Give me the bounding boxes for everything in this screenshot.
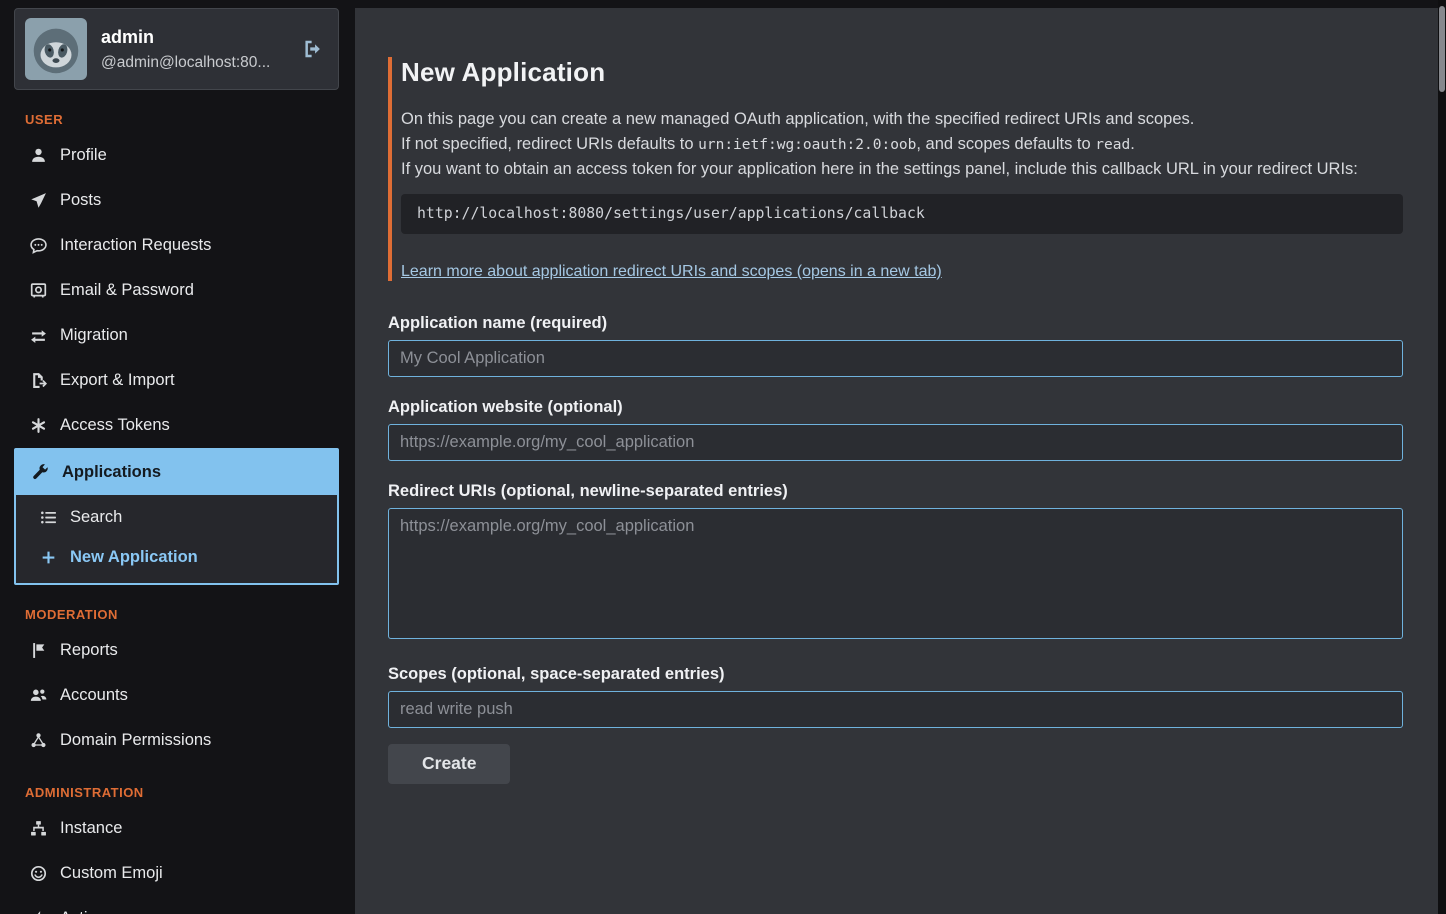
intro-line-2-prefix: If not specified, redirect URIs defaults… — [401, 135, 698, 153]
exchange-arrows-icon — [30, 327, 47, 344]
sloth-avatar-image — [25, 18, 87, 80]
sidebar-item-domain-permissions[interactable]: Domain Permissions — [14, 718, 339, 763]
nav-label: Actions — [60, 909, 114, 914]
section-header-administration: ADMINISTRATION — [25, 785, 339, 800]
applications-group: Applications Search New Application — [14, 448, 339, 585]
sidebar-item-applications-search[interactable]: Search — [16, 497, 337, 537]
nav-label: Domain Permissions — [60, 731, 211, 750]
nav-label: Search — [70, 508, 122, 527]
sidebar-item-export-import[interactable]: Export & Import — [14, 358, 339, 403]
nav-label: Reports — [60, 641, 118, 660]
sidebar-item-profile[interactable]: Profile — [14, 133, 339, 178]
user-meta: admin @admin@localhost:80... — [101, 27, 270, 72]
sidebar: admin @admin@localhost:80... USER Profil… — [0, 0, 355, 914]
scrollbar-thumb[interactable] — [1439, 6, 1445, 92]
application-name-field: Application name (required) — [388, 314, 1403, 377]
nav-label: Migration — [60, 326, 128, 345]
nav-label: Accounts — [60, 686, 128, 705]
intro-line-1: On this page you can create a new manage… — [401, 107, 1403, 132]
nav-label: Applications — [62, 463, 161, 482]
flag-icon — [30, 642, 47, 659]
main-content: New Application On this page you can cre… — [355, 8, 1438, 784]
sidebar-item-custom-emoji[interactable]: Custom Emoji — [14, 851, 339, 896]
application-website-input[interactable] — [388, 424, 1403, 461]
nav-label: Interaction Requests — [60, 236, 211, 255]
intro-line-2-mid: , and scopes defaults to — [916, 135, 1095, 153]
nav-label: Custom Emoji — [60, 864, 163, 883]
scopes-field: Scopes (optional, space-separated entrie… — [388, 665, 1403, 728]
applications-submenu: Search New Application — [16, 495, 337, 583]
scrollbar-track[interactable] — [1438, 0, 1446, 914]
sidebar-item-applications[interactable]: Applications — [16, 450, 337, 495]
nav-label: Posts — [60, 191, 101, 210]
section-header-user: USER — [25, 112, 339, 127]
section-header-moderation: MODERATION — [25, 607, 339, 622]
avatar[interactable] — [25, 18, 87, 80]
redirect-uris-label: Redirect URIs (optional, newline-separat… — [388, 482, 1403, 501]
redirect-uris-textarea[interactable] — [388, 508, 1403, 639]
sidebar-nav: USER Profile Posts Interaction Requests … — [14, 112, 339, 914]
user-handle: @admin@localhost:80... — [101, 54, 270, 72]
application-website-field: Application website (optional) — [388, 398, 1403, 461]
nav-label: Instance — [60, 819, 122, 838]
new-application-intro: New Application On this page you can cre… — [388, 57, 1403, 281]
sidebar-item-email-password[interactable]: Email & Password — [14, 268, 339, 313]
nav-label: Export & Import — [60, 371, 175, 390]
tools-icon — [32, 464, 49, 481]
logout-button[interactable] — [298, 34, 328, 64]
nav-label: New Application — [70, 548, 198, 567]
user-card: admin @admin@localhost:80... — [14, 8, 339, 90]
scopes-label: Scopes (optional, space-separated entrie… — [388, 665, 1403, 684]
comment-icon — [30, 237, 47, 254]
bolt-icon — [30, 910, 47, 914]
file-export-icon — [30, 372, 47, 389]
redirect-uris-field: Redirect URIs (optional, newline-separat… — [388, 482, 1403, 644]
users-icon — [30, 687, 47, 704]
sidebar-item-accounts[interactable]: Accounts — [14, 673, 339, 718]
sidebar-item-reports[interactable]: Reports — [14, 628, 339, 673]
sidebar-item-migration[interactable]: Migration — [14, 313, 339, 358]
sidebar-item-posts[interactable]: Posts — [14, 178, 339, 223]
application-website-label: Application website (optional) — [388, 398, 1403, 417]
intro-line-2-suffix: . — [1130, 135, 1135, 153]
sitemap-icon — [30, 820, 47, 837]
smile-icon — [30, 865, 47, 882]
intro-line-3: If you want to obtain an access token fo… — [401, 157, 1403, 182]
asterisk-icon — [30, 417, 47, 434]
nav-label: Profile — [60, 146, 107, 165]
sidebar-item-instance[interactable]: Instance — [14, 806, 339, 851]
paper-plane-icon — [30, 192, 47, 209]
list-icon — [40, 509, 57, 526]
sidebar-item-new-application[interactable]: New Application — [16, 537, 337, 577]
learn-more-link[interactable]: Learn more about application redirect UR… — [401, 263, 942, 281]
create-button[interactable]: Create — [388, 744, 510, 784]
user-icon — [30, 147, 47, 164]
main-panel: New Application On this page you can cre… — [355, 8, 1438, 914]
intro-line-2: If not specified, redirect URIs defaults… — [401, 132, 1403, 158]
sidebar-item-actions[interactable]: Actions — [14, 896, 339, 914]
application-name-label: Application name (required) — [388, 314, 1403, 333]
plus-icon — [40, 549, 57, 566]
vault-icon — [30, 282, 47, 299]
nav-label: Access Tokens — [60, 416, 170, 435]
sidebar-item-interaction-requests[interactable]: Interaction Requests — [14, 223, 339, 268]
nodes-icon — [30, 732, 47, 749]
sidebar-item-access-tokens[interactable]: Access Tokens — [14, 403, 339, 448]
scopes-input[interactable] — [388, 691, 1403, 728]
sign-out-icon — [302, 38, 324, 60]
callback-url-block: http://localhost:8080/settings/user/appl… — [401, 194, 1403, 234]
application-name-input[interactable] — [388, 340, 1403, 377]
new-application-form: Application name (required) Application … — [388, 314, 1403, 784]
read-scope-code: read — [1095, 137, 1130, 153]
oob-uri-code: urn:ietf:wg:oauth:2.0:oob — [698, 137, 916, 153]
user-name: admin — [101, 27, 270, 48]
page-title: New Application — [401, 57, 1403, 88]
callback-url: http://localhost:8080/settings/user/appl… — [417, 205, 925, 222]
nav-label: Email & Password — [60, 281, 194, 300]
